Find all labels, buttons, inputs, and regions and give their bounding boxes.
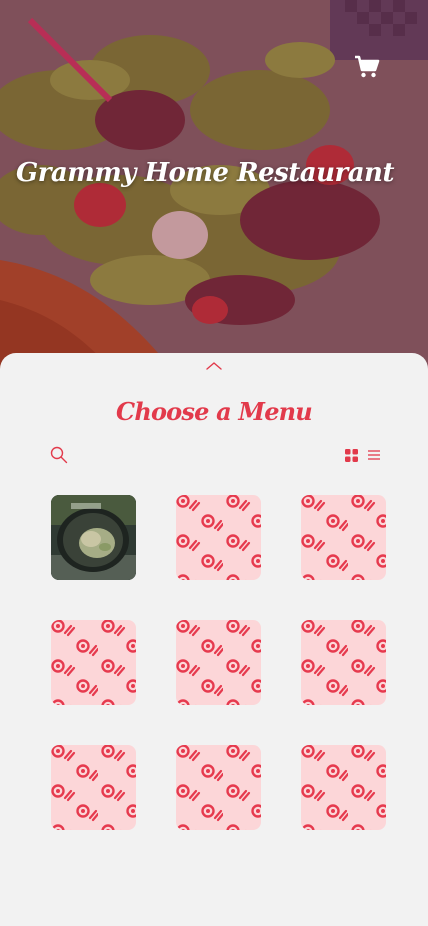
grid-view-icon[interactable] xyxy=(345,449,358,462)
menu-item-tile[interactable] xyxy=(51,745,136,830)
menu-item-tile[interactable] xyxy=(176,745,261,830)
menu-item-tile[interactable] xyxy=(51,495,136,580)
shopping-cart-icon[interactable] xyxy=(354,54,380,80)
chevron-up-icon[interactable] xyxy=(205,361,223,371)
list-view-icon[interactable] xyxy=(368,449,380,461)
hero-banner: Grammy Home Restaurant xyxy=(0,0,428,380)
menu-item-tile[interactable] xyxy=(301,745,386,830)
menu-item-tile[interactable] xyxy=(176,620,261,705)
menu-item-tile[interactable] xyxy=(176,495,261,580)
search-icon[interactable] xyxy=(50,446,68,464)
restaurant-title: Grammy Home Restaurant xyxy=(16,158,394,188)
pan-dish-photo xyxy=(51,495,136,580)
menu-item-tile[interactable] xyxy=(51,620,136,705)
menu-item-tile[interactable] xyxy=(301,620,386,705)
menu-sheet: Choose a Menu xyxy=(0,353,428,926)
menu-heading: Choose a Menu xyxy=(116,397,313,426)
menu-item-tile[interactable] xyxy=(301,495,386,580)
